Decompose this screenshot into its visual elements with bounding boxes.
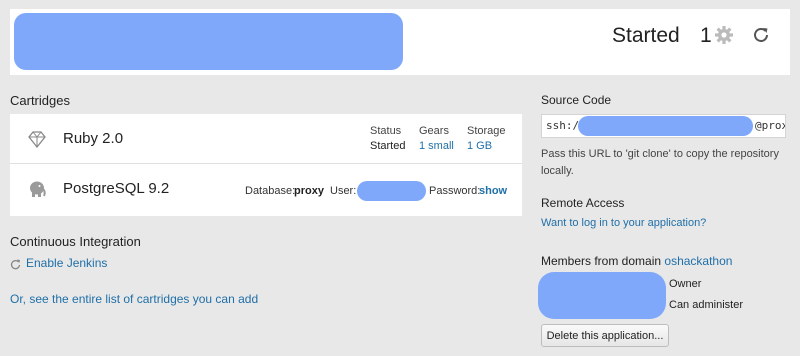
- git-url-suffix: @proxy: [755, 119, 785, 132]
- status-label: Status: [370, 125, 402, 137]
- cartridges-title: Cartridges: [10, 93, 70, 108]
- gear-icon: [714, 24, 734, 46]
- user-label: User:: [330, 185, 357, 197]
- cartridges-card: Ruby 2.0 Status Started Gears 1 small St…: [10, 114, 522, 216]
- gears-label: Gears: [419, 125, 449, 137]
- remote-access-title: Remote Access: [541, 196, 625, 210]
- redacted-git-url: [578, 116, 753, 136]
- git-url-field[interactable]: ssh:// @proxy: [541, 114, 786, 138]
- ruby-cartridge-icon: [27, 129, 47, 149]
- remote-login-link[interactable]: Want to log in to your application?: [541, 217, 706, 229]
- redacted-db-user: [357, 181, 426, 201]
- git-clone-help: Pass this URL to 'git clone' to copy the…: [541, 148, 779, 177]
- database-label: Database:: [245, 185, 296, 197]
- show-password-link[interactable]: show: [479, 185, 507, 197]
- status-value: Started: [370, 140, 406, 152]
- postgresql-elephant-icon: [27, 179, 47, 199]
- storage-label: Storage: [467, 125, 506, 137]
- member-role-admin: Can administer: [669, 299, 743, 311]
- all-cartridges-link[interactable]: Or, see the entire list of cartridges yo…: [10, 292, 258, 306]
- cartridge-divider: [10, 163, 522, 164]
- ci-title: Continuous Integration: [10, 234, 141, 249]
- gears-value-link[interactable]: 1 small: [419, 140, 454, 152]
- gear-count: 1: [700, 24, 712, 47]
- redacted-members: [538, 272, 666, 319]
- refresh-icon[interactable]: [752, 26, 770, 44]
- storage-value-link[interactable]: 1 GB: [467, 140, 492, 152]
- member-role-owner: Owner: [669, 278, 702, 290]
- members-title-label: Members from domain: [541, 254, 662, 268]
- app-header: Started 1: [10, 9, 790, 75]
- cartridge-name-ruby: Ruby 2.0: [63, 130, 124, 147]
- cartridge-name-postgresql: PostgreSQL 9.2: [63, 180, 170, 197]
- domain-link[interactable]: oshackathon: [664, 254, 732, 268]
- source-code-title: Source Code: [541, 93, 612, 107]
- password-label: Password:: [429, 185, 481, 197]
- redacted-app-name: [14, 13, 403, 70]
- database-value: proxy: [294, 185, 324, 197]
- enable-jenkins-link[interactable]: Enable Jenkins: [26, 256, 107, 270]
- app-status: Started: [612, 24, 680, 47]
- delete-application-button[interactable]: Delete this application...: [541, 324, 669, 347]
- refresh-small-icon: [10, 257, 21, 270]
- members-title: Members from domain oshackathon: [541, 254, 732, 268]
